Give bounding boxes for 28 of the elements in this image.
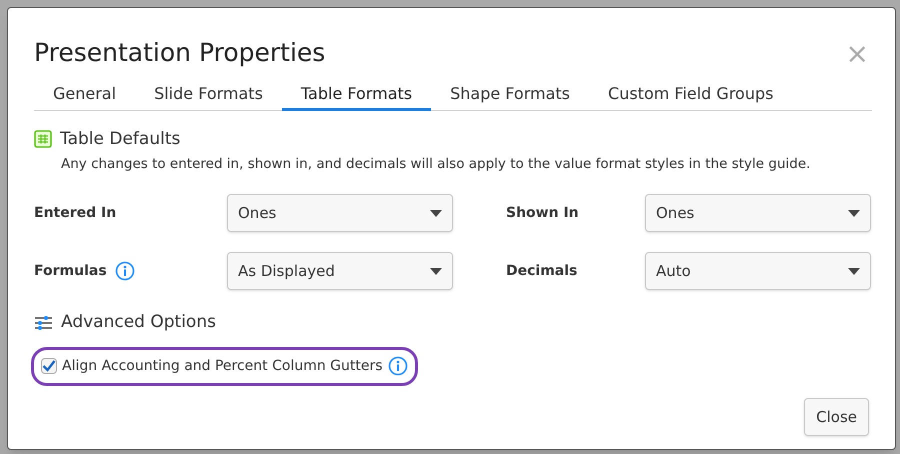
field-label: Formulas: [34, 262, 107, 281]
section-title: Advanced Options: [61, 311, 216, 334]
section-title: Table Defaults: [60, 128, 180, 150]
sliders-icon: [34, 315, 53, 331]
tab[interactable]: Slide Formats: [135, 82, 282, 110]
caret-icon: [848, 268, 860, 275]
tab[interactable]: Shape Formats: [431, 82, 590, 110]
table-icon: [34, 130, 52, 148]
dropdown[interactable]: Auto: [645, 252, 871, 290]
caret-icon: [430, 268, 442, 275]
field-label: Shown In: [506, 204, 579, 223]
tab[interactable]: Table Formats: [282, 82, 432, 110]
section-description: Any changes to entered in, shown in, and decimals will also apply to the value format styles in the style guide.: [61, 155, 812, 174]
field-label: Decimals: [506, 262, 578, 281]
tab[interactable]: Custom Field Groups: [589, 82, 792, 110]
close-button[interactable]: Close: [804, 398, 869, 436]
field-label: Entered In: [34, 204, 116, 223]
dialog-title: Presentation Properties: [34, 37, 326, 69]
info-icon[interactable]: [388, 356, 408, 376]
caret-icon: [430, 210, 442, 217]
checkbox[interactable]: [41, 358, 57, 374]
dropdown[interactable]: Ones: [227, 194, 453, 232]
dropdown[interactable]: As Displayed: [227, 252, 453, 290]
caret-icon: [848, 210, 860, 217]
info-icon[interactable]: [114, 261, 135, 282]
dropdown[interactable]: Ones: [645, 194, 871, 232]
tab[interactable]: General: [34, 82, 136, 110]
checkbox-label: Align Accounting and Percent Column Gutters: [62, 356, 383, 376]
